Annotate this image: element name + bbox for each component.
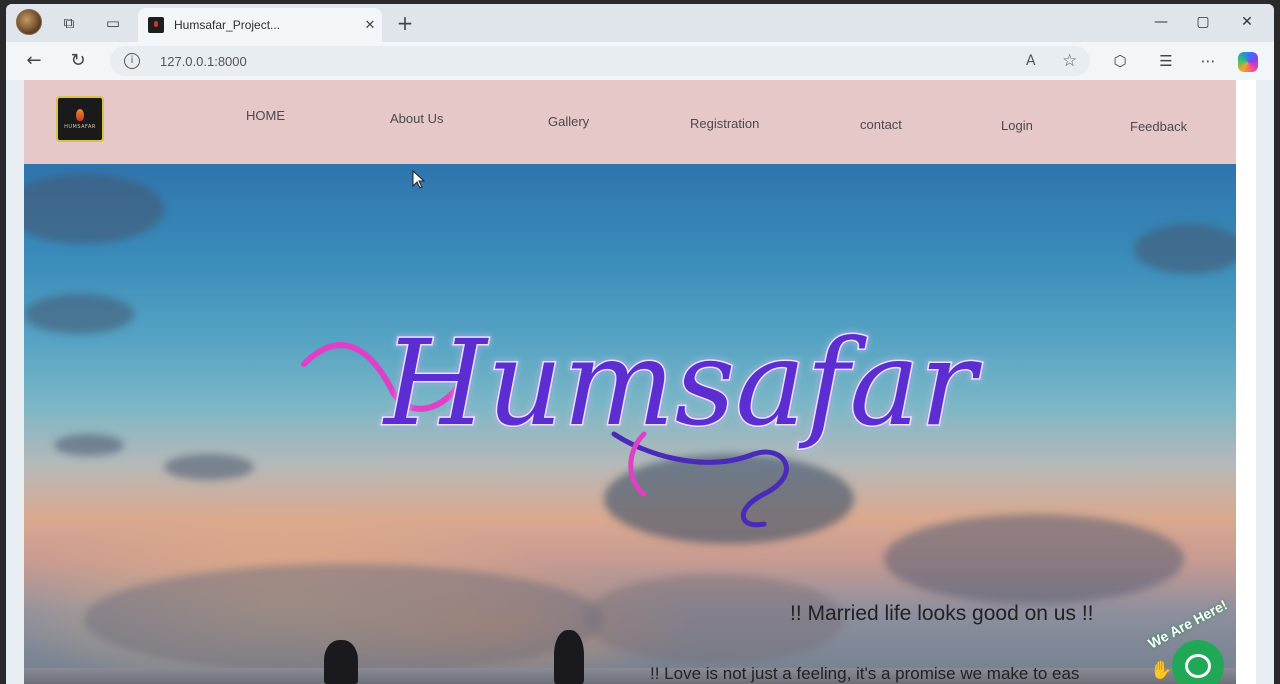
mouse-cursor-icon [412, 170, 426, 189]
hero-title: Humsafar [382, 314, 983, 452]
nav-link-about-us[interactable]: About Us [390, 111, 443, 126]
back-arrow-icon[interactable]: ← [20, 48, 48, 74]
nav-link-home[interactable]: HOME [246, 108, 285, 123]
logo-flame-icon [76, 108, 84, 121]
cloud [1134, 224, 1236, 274]
nav-link-registration[interactable]: Registration [690, 116, 759, 131]
tab-humsafar[interactable]: Humsafar_Project... ✕ [138, 8, 382, 42]
browser-window: ⧉ ▭ Humsafar_Project... ✕ + — ▢ ✕ ← ↻ i … [6, 4, 1274, 684]
maximize-button[interactable]: ▢ [1188, 14, 1218, 30]
cloud [164, 454, 254, 480]
copilot-icon[interactable] [1238, 52, 1258, 72]
cloud [24, 174, 164, 244]
waving-hand-icon: ✋ [1150, 660, 1173, 681]
cloud [24, 294, 134, 334]
silhouette-groom [554, 630, 584, 684]
site-favicon-icon [148, 17, 164, 33]
profile-avatar[interactable] [16, 9, 42, 35]
site-info-icon[interactable]: i [124, 53, 140, 69]
workspaces-icon[interactable]: ⧉ [56, 10, 82, 36]
site-navbar: HUMSAFAR HOME About Us Gallery Registrat… [24, 80, 1236, 164]
tab-actions-icon[interactable]: ▭ [100, 10, 126, 36]
tab-strip: ⧉ ▭ Humsafar_Project... ✕ + — ▢ ✕ [6, 4, 1274, 42]
address-bar[interactable]: i 127.0.0.1:8000 A ☆ [110, 46, 1090, 76]
extensions-icon[interactable]: ⬡ [1108, 50, 1132, 72]
hero-title-logo: Humsafar [301, 313, 984, 528]
tab-title: Humsafar_Project... [174, 18, 281, 32]
nav-link-login[interactable]: Login [1001, 118, 1033, 133]
chat-widget-button[interactable] [1172, 640, 1224, 684]
screen: ⧉ ▭ Humsafar_Project... ✕ + — ▢ ✕ ← ↻ i … [0, 0, 1280, 684]
hero-subline: !! Love is not just a feeling, it's a pr… [650, 664, 1080, 683]
hero-banner: Humsafar !! Married life looks good on u… [24, 164, 1236, 684]
logo-text: HUMSAFAR [64, 123, 96, 130]
site-logo[interactable]: HUMSAFAR [56, 96, 104, 142]
favorite-star-icon[interactable]: ☆ [1062, 46, 1077, 76]
cloud [54, 434, 124, 456]
chat-bubble-icon [1185, 654, 1211, 678]
favorites-list-icon[interactable]: ☰ [1154, 50, 1178, 72]
silhouette-bride [324, 640, 358, 684]
browser-toolbar: ← ↻ i 127.0.0.1:8000 A ☆ ⬡ ☰ ⋯ [6, 42, 1274, 80]
nav-link-gallery[interactable]: Gallery [548, 114, 589, 129]
more-menu-icon[interactable]: ⋯ [1196, 50, 1220, 72]
read-aloud-icon[interactable]: A [1026, 46, 1036, 76]
refresh-icon[interactable]: ↻ [64, 48, 92, 74]
nav-link-feedback[interactable]: Feedback [1130, 119, 1187, 134]
new-tab-button[interactable]: + [392, 10, 418, 36]
minimize-button[interactable]: — [1146, 14, 1176, 30]
url-text: 127.0.0.1:8000 [160, 53, 247, 69]
close-window-button[interactable]: ✕ [1232, 14, 1262, 30]
hero-tagline: !! Married life looks good on us !! [790, 602, 1094, 625]
tab-close-icon[interactable]: ✕ [358, 18, 382, 33]
nav-link-contact[interactable]: contact [860, 117, 902, 132]
page-viewport: HUMSAFAR HOME About Us Gallery Registrat… [24, 80, 1256, 684]
